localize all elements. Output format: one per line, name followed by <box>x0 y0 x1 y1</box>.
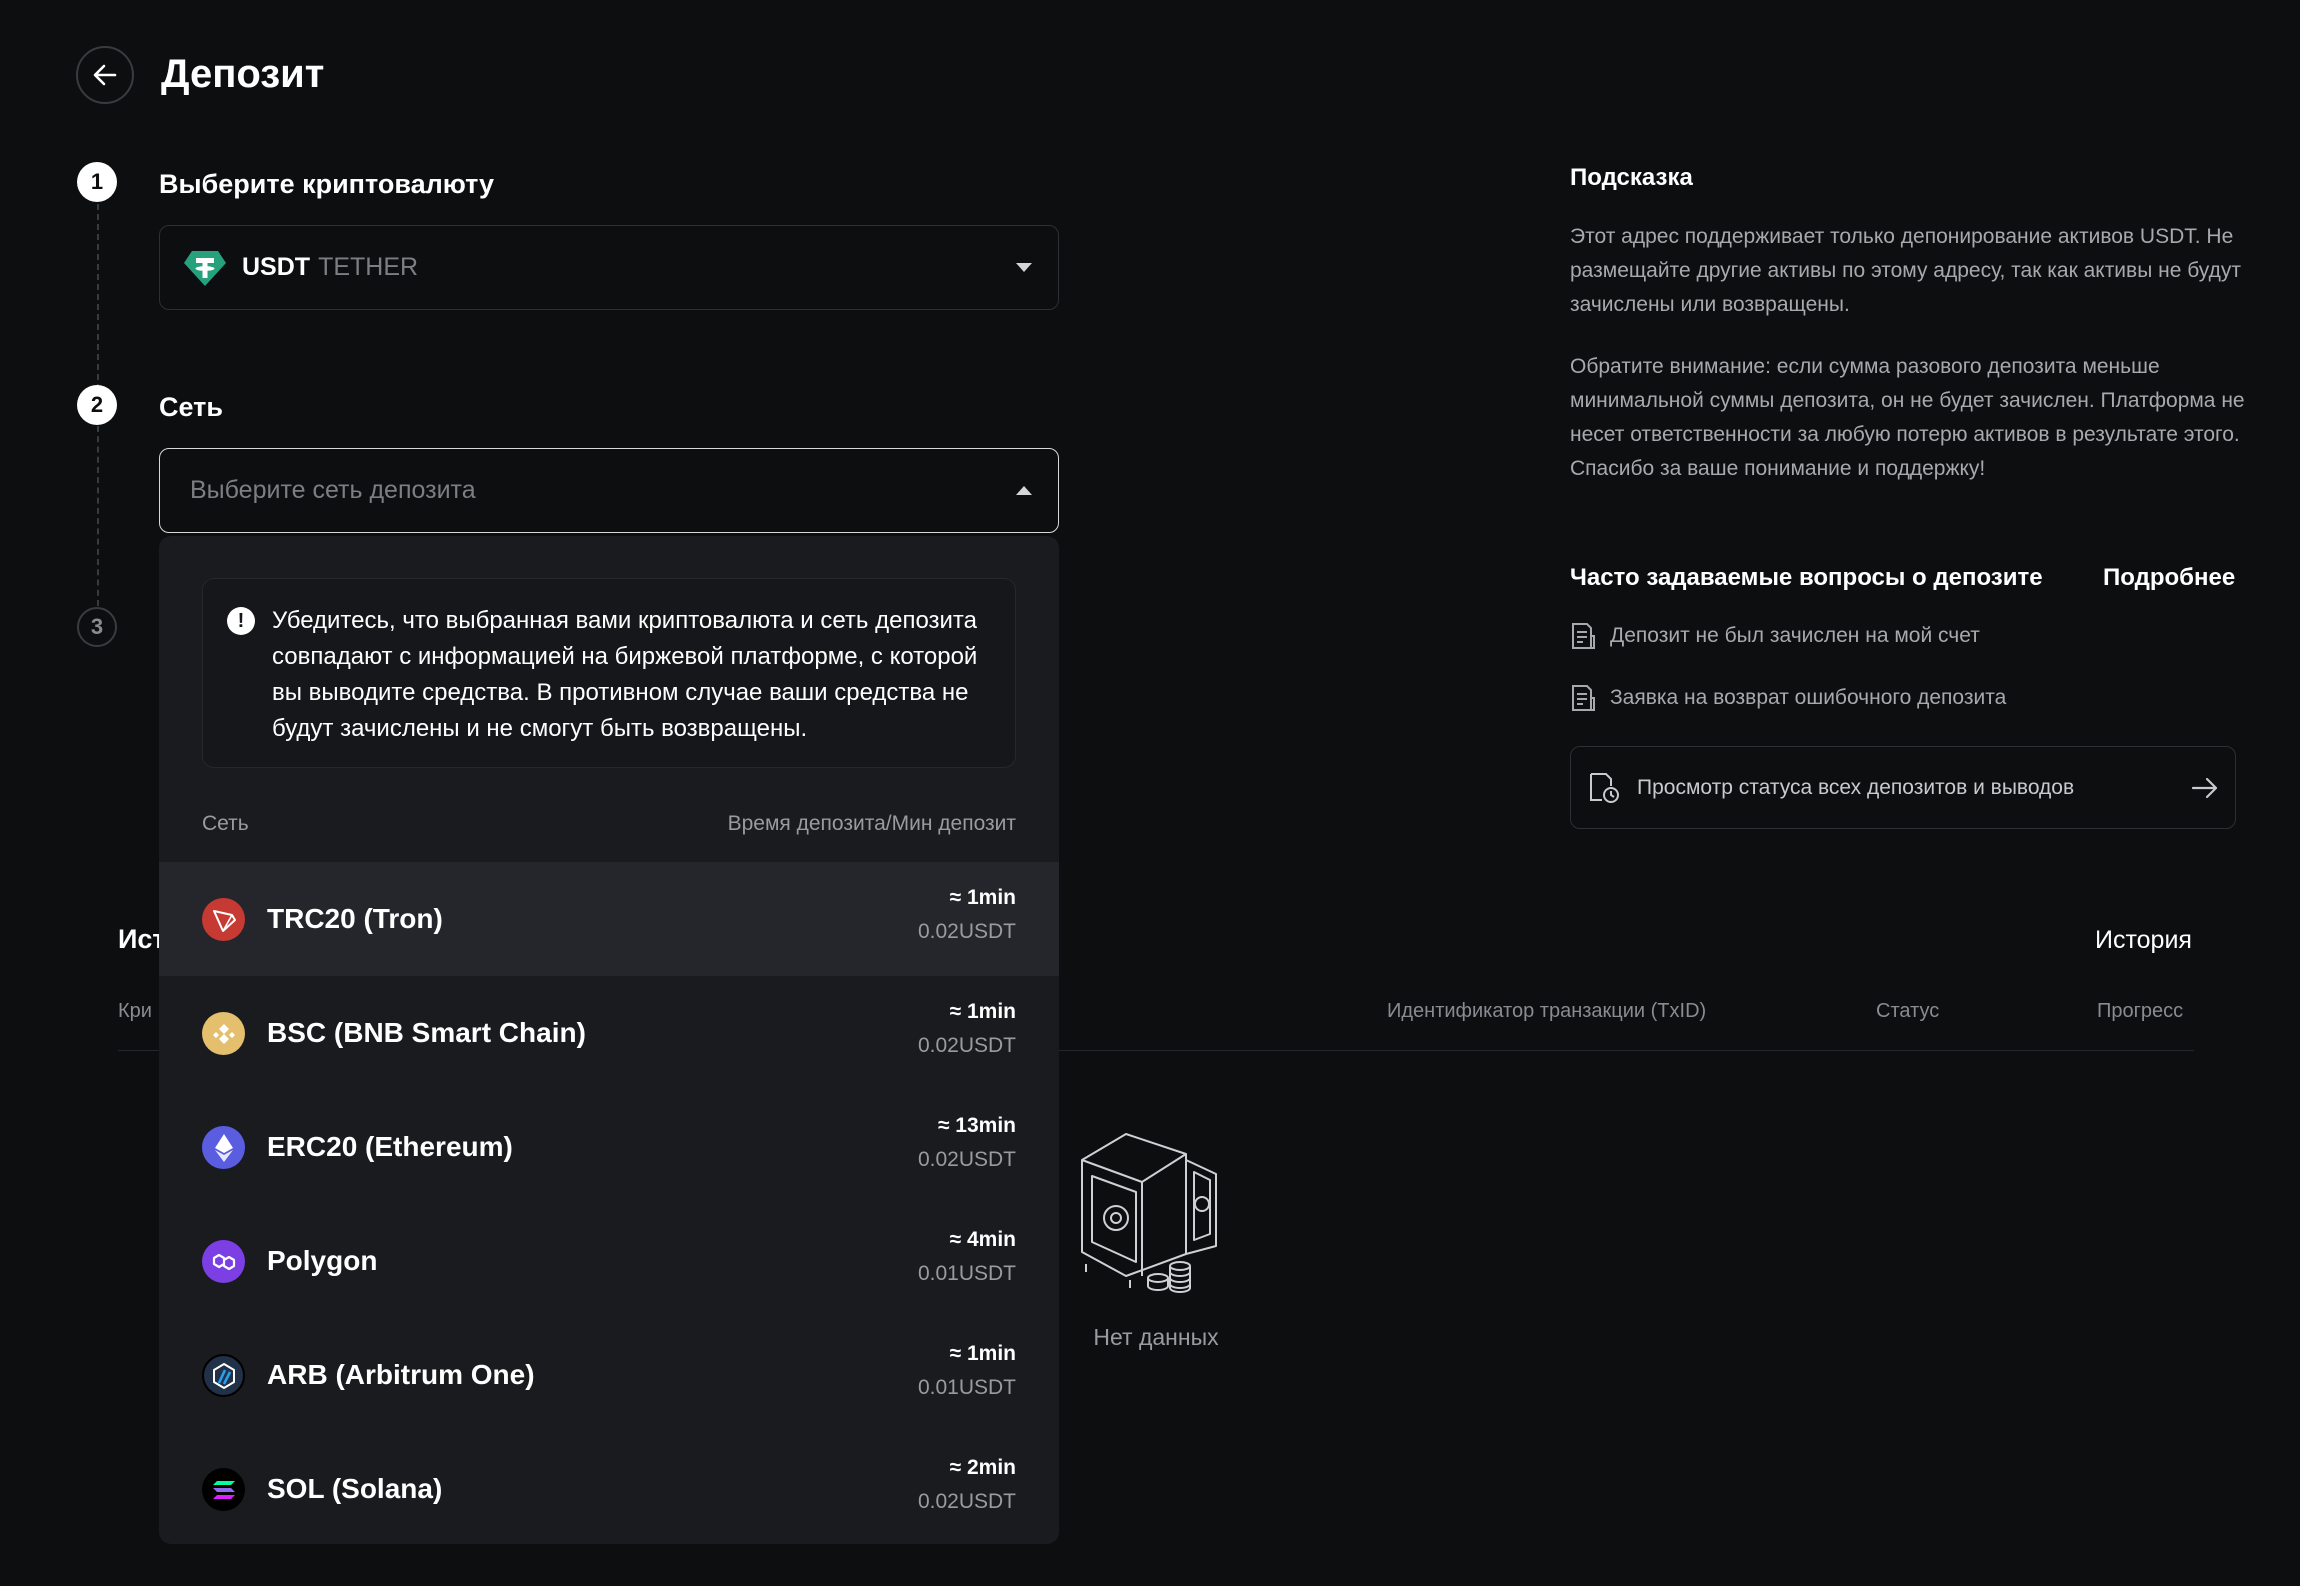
network-option-erc20[interactable]: ERC20 (Ethereum) ≈ 13min 0.02USDT <box>159 1090 1059 1204</box>
network-option-arbitrum[interactable]: ARB (Arbitrum One) ≈ 1min 0.01USDT <box>159 1318 1059 1432</box>
network-time: ≈ 1min <box>949 1342 1016 1365</box>
faq-item-label: Заявка на возврат ошибочного депозита <box>1610 686 2007 709</box>
deposit-status-link[interactable]: Просмотр статуса всех депозитов и выводо… <box>1570 746 2236 829</box>
faq-item-label: Депозит не был зачислен на мой счет <box>1610 624 1980 647</box>
hint-title: Подсказка <box>1570 164 1693 191</box>
document-clock-icon <box>1590 772 1619 803</box>
network-min-deposit: 0.02USDT <box>917 920 1016 943</box>
back-button[interactable] <box>76 46 134 104</box>
network-warning-text: Убедитесь, что выбранная вами криптовалю… <box>272 607 978 742</box>
empty-safe-illustration <box>1070 1120 1242 1305</box>
coin-name: TETHER <box>318 253 419 281</box>
network-min-deposit: 0.02USDT <box>917 1490 1016 1513</box>
faq-item[interactable]: Заявка на возврат ошибочного депозита <box>1570 684 2006 712</box>
network-time: ≈ 4min <box>949 1228 1016 1251</box>
hint-paragraph-1: Этот адрес поддерживает только депониров… <box>1570 225 2241 316</box>
step-1-indicator: 1 <box>77 162 117 202</box>
network-name: ARB (Arbitrum One) <box>267 1359 535 1390</box>
network-time: ≈ 2min <box>949 1456 1016 1479</box>
column-header-crypto: Кри <box>118 1000 152 1022</box>
tether-icon <box>184 250 226 286</box>
document-icon <box>1572 685 1595 711</box>
tron-icon <box>202 898 245 941</box>
solana-icon <box>202 1468 245 1511</box>
history-link[interactable]: История <box>2095 926 2192 955</box>
faq-item[interactable]: Депозит не был зачислен на мой счет <box>1570 622 1980 650</box>
document-icon <box>1572 623 1595 649</box>
network-option-polygon[interactable]: Polygon ≈ 4min 0.01USDT <box>159 1204 1059 1318</box>
network-warning: ! Убедитесь, что выбранная вами криптова… <box>202 578 1016 768</box>
network-placeholder: Выберите сеть депозита <box>190 476 476 504</box>
step-2-indicator: 2 <box>77 385 117 425</box>
network-dropdown: ! Убедитесь, что выбранная вами криптова… <box>159 536 1059 1544</box>
arbitrum-icon <box>202 1354 245 1397</box>
empty-state-text: Нет данных <box>1093 1324 1219 1350</box>
page-title: Депозит <box>161 52 325 96</box>
hint-paragraph-2: Обратите внимание: если сумма разового д… <box>1570 355 2245 480</box>
step-1-label: Выберите криптовалюту <box>159 169 495 199</box>
deposit-status-label: Просмотр статуса всех депозитов и выводо… <box>1637 775 2075 799</box>
network-time: ≈ 1min <box>949 886 1016 909</box>
network-min-deposit: 0.02USDT <box>917 1034 1016 1057</box>
arrow-right-icon <box>2191 777 2218 798</box>
network-time: ≈ 1min <box>949 1000 1016 1023</box>
network-min-deposit: 0.02USDT <box>917 1148 1016 1171</box>
coin-code: USDT <box>242 253 311 281</box>
network-min-deposit: 0.01USDT <box>917 1376 1016 1399</box>
column-header-deposit-time: Время депозита/Мин депозит <box>727 812 1016 835</box>
chevron-up-icon <box>1016 486 1032 495</box>
network-name: ERC20 (Ethereum) <box>267 1131 513 1162</box>
step-2-label: Сеть <box>159 392 223 422</box>
coin-select[interactable]: USDT TETHER <box>159 225 1059 310</box>
network-option-bsc[interactable]: BSC (BNB Smart Chain) ≈ 1min 0.02USDT <box>159 976 1059 1090</box>
network-name: Polygon <box>267 1245 378 1276</box>
network-min-deposit: 0.01USDT <box>917 1262 1016 1285</box>
exclamation-icon: ! <box>227 607 255 635</box>
column-header-txid: Идентификатор транзакции (TxID) <box>1387 1000 1707 1022</box>
network-name: TRC20 (Tron) <box>267 903 443 934</box>
history-title: Ист <box>118 924 160 954</box>
network-option-trc20[interactable]: TRC20 (Tron) ≈ 1min 0.02USDT <box>159 862 1059 976</box>
network-time: ≈ 13min <box>937 1114 1016 1137</box>
faq-more-link[interactable]: Подробнее <box>2103 564 2235 592</box>
network-option-solana[interactable]: SOL (Solana) ≈ 2min 0.02USDT <box>159 1432 1059 1544</box>
faq-title: Часто задаваемые вопросы о депозите <box>1570 564 2043 591</box>
network-name: BSC (BNB Smart Chain) <box>267 1017 586 1048</box>
step-connector <box>97 204 99 390</box>
chevron-down-icon <box>1016 263 1032 272</box>
column-header-network: Сеть <box>202 812 249 835</box>
network-name: SOL (Solana) <box>267 1473 443 1504</box>
column-header-progress: Прогресс <box>2097 1000 2184 1022</box>
step-3-indicator: 3 <box>77 607 117 647</box>
step-connector <box>97 426 99 606</box>
column-header-status: Статус <box>1876 1000 1940 1022</box>
polygon-icon <box>202 1240 245 1283</box>
ethereum-icon <box>202 1126 245 1169</box>
network-select[interactable]: Выберите сеть депозита <box>159 448 1059 533</box>
bnb-icon <box>202 1012 245 1055</box>
arrow-left-icon <box>93 64 117 86</box>
